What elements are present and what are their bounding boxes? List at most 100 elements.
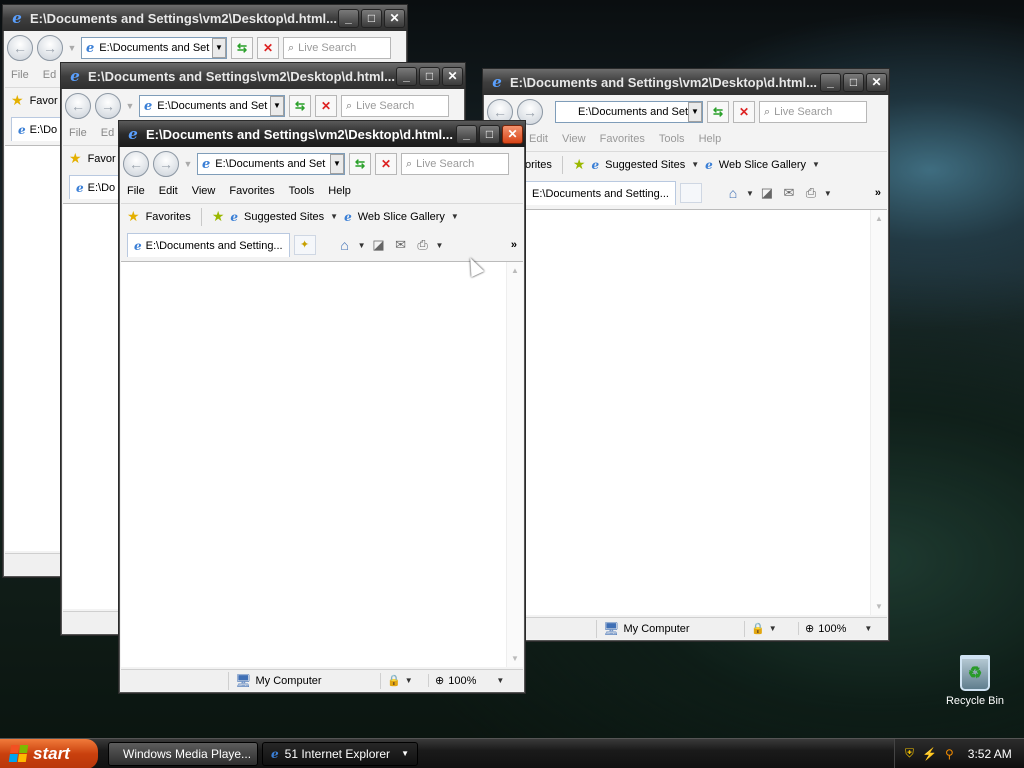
address-dropdown[interactable]: ▼ [212, 38, 226, 58]
menu-tools[interactable]: Tools [289, 185, 315, 197]
maximize-button[interactable]: □ [361, 8, 382, 28]
chevron-down-icon[interactable]: ▼ [691, 160, 699, 169]
title-bar[interactable]: e E:\Documents and Settings\vm2\Desktop\… [3, 5, 407, 31]
history-dropdown[interactable]: ▼ [183, 159, 193, 169]
feeds-icon[interactable]: ◪ [370, 237, 388, 253]
refresh-button[interactable]: ⇆ [231, 37, 253, 59]
address-dropdown[interactable]: ▼ [688, 102, 702, 122]
minimize-button[interactable]: _ [338, 8, 359, 28]
search-input[interactable]: ⌕ Live Search [341, 95, 449, 117]
security-shield-icon[interactable]: ⛨ [905, 746, 914, 761]
title-bar[interactable]: e E:\Documents and Settings\vm2\Desktop\… [119, 121, 525, 147]
scroll-up-icon[interactable]: ▲ [871, 210, 887, 227]
mail-icon[interactable]: ✉ [780, 185, 798, 201]
security-zone[interactable]: 🖥 My Computer [597, 620, 745, 637]
search-input[interactable]: ⌕ Live Search [401, 153, 509, 175]
menu-edit[interactable]: Ed [43, 69, 56, 81]
more-tools-icon[interactable]: » [875, 187, 881, 199]
minimize-button[interactable]: _ [820, 72, 841, 92]
mail-icon[interactable]: ✉ [392, 237, 410, 253]
menu-edit[interactable]: Edit [159, 185, 178, 197]
chevron-down-icon[interactable]: ▼ [436, 241, 444, 250]
web-slice-gallery-button[interactable]: Web Slice Gallery [719, 159, 806, 171]
vertical-scrollbar[interactable]: ▲ ▼ [870, 210, 887, 615]
security-zone[interactable]: 🖥 My Computer [229, 672, 381, 689]
menu-file[interactable]: File [11, 69, 29, 81]
print-icon[interactable]: ⎙ [414, 237, 432, 253]
address-dropdown[interactable]: ▼ [270, 96, 284, 116]
tab[interactable]: e E:\Documents and Setting... [127, 233, 290, 257]
chevron-down-icon[interactable]: ▼ [451, 212, 459, 221]
refresh-button[interactable]: ⇆ [289, 95, 311, 117]
close-button[interactable]: ✕ [384, 8, 405, 28]
vertical-scrollbar[interactable]: ▲ ▼ [506, 262, 523, 667]
forward-button[interactable]: → [153, 151, 179, 177]
search-input[interactable]: ⌕ Live Search [283, 37, 391, 59]
history-dropdown[interactable]: ▼ [67, 43, 77, 53]
title-bar[interactable]: e E:\Documents and Settings\vm2\Desktop\… [483, 69, 889, 95]
address-dropdown[interactable]: ▼ [330, 154, 344, 174]
stop-button[interactable]: ✕ [375, 153, 397, 175]
address-bar[interactable]: e E:\Documents and Set ▼ [197, 153, 345, 175]
favorites-button[interactable]: orites [525, 159, 552, 171]
chevron-down-icon[interactable]: ▼ [824, 189, 832, 198]
web-slice-gallery-button[interactable]: Web Slice Gallery [358, 211, 445, 223]
back-button[interactable]: ← [7, 35, 33, 61]
title-bar[interactable]: e E:\Documents and Settings\vm2\Desktop\… [61, 63, 465, 89]
ie-window-front[interactable]: e E:\Documents and Settings\vm2\Desktop\… [118, 120, 526, 694]
minimize-button[interactable]: _ [396, 66, 417, 86]
taskbar-item-media-player[interactable]: Windows Media Playe... [108, 741, 258, 766]
menu-file[interactable]: File [127, 185, 145, 197]
back-button[interactable]: ← [123, 151, 149, 177]
page-content[interactable]: ▲ ▼ [485, 209, 887, 615]
menu-view[interactable]: View [192, 185, 216, 197]
address-bar[interactable]: e E:\Documents and Set ▼ [81, 37, 227, 59]
start-button[interactable]: start [0, 738, 98, 768]
history-dropdown[interactable]: ▼ [125, 101, 135, 111]
protected-mode[interactable]: 🔒 ▼ [745, 622, 799, 635]
close-button[interactable]: ✕ [442, 66, 463, 86]
menu-edit[interactable]: Edit [529, 133, 548, 145]
feeds-icon[interactable]: ◪ [758, 185, 776, 201]
chevron-down-icon[interactable]: ▼ [812, 160, 820, 169]
add-favorites-icon[interactable]: ★ [573, 156, 586, 173]
back-button[interactable]: ← [65, 93, 91, 119]
zoom-control[interactable]: ⊕ 100% ▼ [799, 622, 878, 636]
home-icon[interactable]: ⌂ [724, 185, 742, 201]
stop-button[interactable]: ✕ [733, 101, 755, 123]
address-bar[interactable]: e E:\Documents and Set ▼ [139, 95, 285, 117]
favorites-button[interactable]: Favor [88, 153, 116, 165]
close-button[interactable]: ✕ [502, 124, 523, 144]
chevron-down-icon[interactable]: ▼ [330, 212, 338, 221]
zoom-control[interactable]: ⊕ 100% ▼ [429, 674, 510, 688]
protected-mode[interactable]: 🔒 ▼ [381, 674, 429, 687]
menu-file[interactable]: File [69, 127, 87, 139]
refresh-button[interactable]: ⇆ [349, 153, 371, 175]
more-tools-icon[interactable]: » [511, 239, 517, 251]
menu-edit[interactable]: Ed [101, 127, 114, 139]
chevron-down-icon[interactable]: ▼ [746, 189, 754, 198]
search-tray-icon[interactable]: ⚲ [945, 747, 954, 761]
new-tab-button[interactable]: ✦ [293, 235, 316, 255]
menu-help[interactable]: Help [699, 133, 722, 145]
close-button[interactable]: ✕ [866, 72, 887, 92]
menu-help[interactable]: Help [328, 185, 351, 197]
tab[interactable]: e E:\Do [11, 117, 65, 141]
menu-view[interactable]: View [562, 133, 586, 145]
stop-button[interactable]: ✕ [315, 95, 337, 117]
scroll-down-icon[interactable]: ▼ [871, 598, 887, 615]
print-icon[interactable]: ⎙ [802, 185, 820, 201]
add-favorites-icon[interactable]: ★ [212, 208, 225, 225]
favorites-button[interactable]: Favorites [146, 211, 191, 223]
ie-window-right[interactable]: e E:\Documents and Settings\vm2\Desktop\… [482, 68, 890, 642]
search-input[interactable]: ⌕ Live Search [759, 101, 867, 123]
page-content[interactable]: ▲ ▼ [121, 261, 523, 667]
minimize-button[interactable]: _ [456, 124, 477, 144]
clock[interactable]: 3:52 AM [968, 747, 1012, 761]
stop-button[interactable]: ✕ [257, 37, 279, 59]
recycle-bin[interactable]: ♻ Recycle Bin [940, 655, 1010, 707]
address-bar[interactable]: E:\Documents and Set ▼ [555, 101, 703, 123]
network-icon[interactable]: ⚡ [922, 747, 937, 761]
taskbar-item-internet-explorer[interactable]: e 51 Internet Explorer ▼ [262, 741, 418, 766]
maximize-button[interactable]: □ [479, 124, 500, 144]
